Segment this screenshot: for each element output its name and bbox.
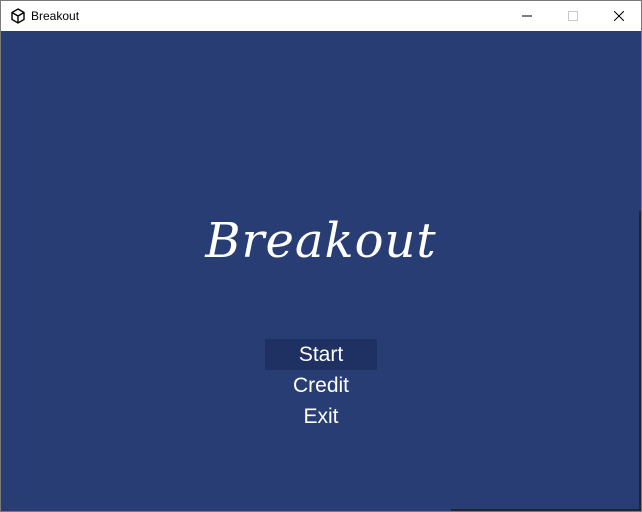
start-button[interactable]: Start — [265, 339, 377, 370]
unity-logo-icon — [10, 8, 26, 24]
minimize-icon — [522, 15, 532, 17]
main-menu: Start Credit Exit — [265, 339, 377, 432]
minimize-button[interactable] — [504, 1, 550, 31]
exit-button[interactable]: Exit — [265, 401, 377, 432]
window-edge — [639, 211, 641, 511]
window-edge-bottom — [451, 509, 641, 511]
window-title: Breakout — [31, 9, 80, 23]
app-window: Breakout Breakout Start Credit Exit — [0, 0, 642, 512]
game-title: Breakout — [205, 213, 437, 269]
maximize-icon — [568, 11, 578, 21]
game-canvas[interactable]: Breakout Start Credit Exit — [1, 31, 641, 511]
close-button[interactable] — [596, 1, 642, 31]
title-bar[interactable]: Breakout — [1, 1, 641, 31]
credit-button[interactable]: Credit — [265, 370, 377, 401]
maximize-button[interactable] — [550, 1, 596, 31]
close-icon — [614, 11, 624, 21]
